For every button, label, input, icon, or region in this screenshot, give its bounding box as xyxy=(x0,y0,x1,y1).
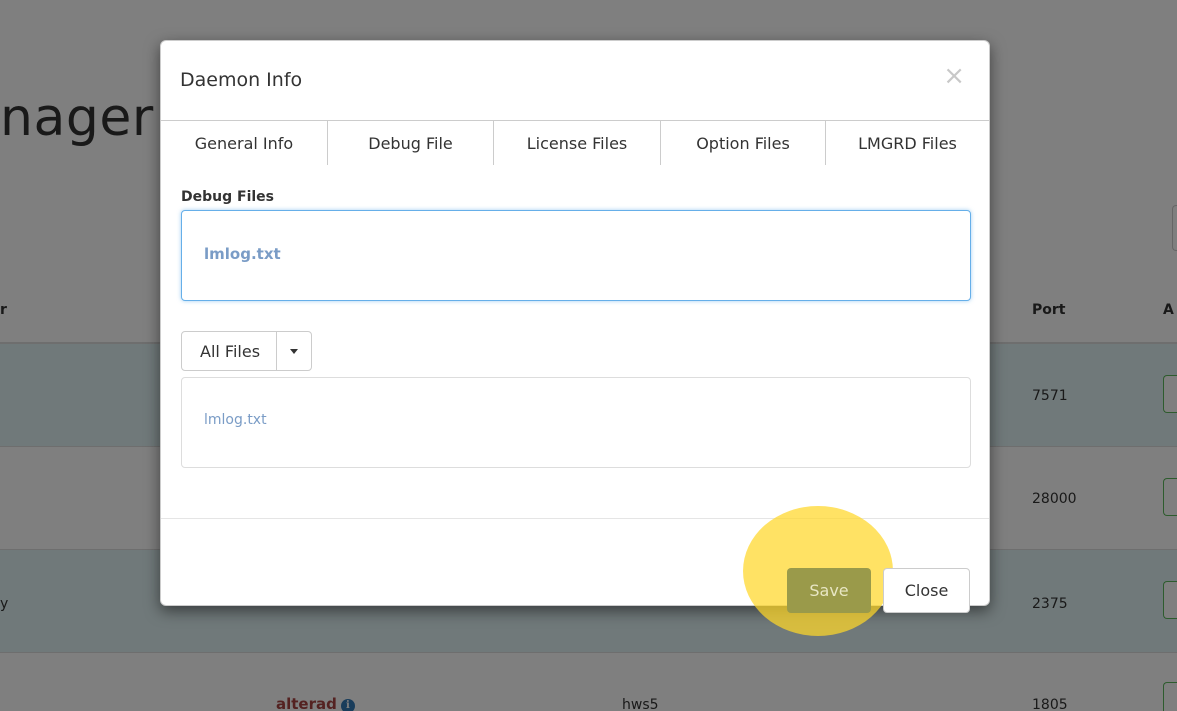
modal-title: Daemon Info xyxy=(180,69,303,91)
tab-general-info[interactable]: General Info xyxy=(161,121,328,165)
caret-down-icon xyxy=(290,348,299,354)
tab-lmgrd-files[interactable]: LMGRD Files xyxy=(826,121,989,165)
debug-files-label: Debug Files xyxy=(181,189,274,205)
daemon-info-modal: Daemon Info × General Info Debug File Li… xyxy=(160,40,990,636)
tab-bar: General Info Debug File License Files Op… xyxy=(161,120,989,165)
modal-footer-divider xyxy=(161,518,989,519)
tab-option-files[interactable]: Option Files xyxy=(661,121,826,165)
file-filter-dropdown[interactable]: All Files xyxy=(181,331,313,371)
close-icon[interactable]: × xyxy=(943,63,965,89)
file-list-item[interactable]: lmlog.txt xyxy=(204,412,267,428)
file-filter-selected[interactable]: All Files xyxy=(182,332,278,370)
close-button[interactable]: Close xyxy=(883,568,970,613)
tab-license-files[interactable]: License Files xyxy=(494,121,661,165)
tab-debug-file[interactable]: Debug File xyxy=(328,121,494,165)
save-button[interactable]: Save xyxy=(787,568,871,613)
debug-file-item[interactable]: lmlog.txt xyxy=(204,245,281,263)
modal-header: Daemon Info × xyxy=(161,41,989,119)
file-filter-toggle[interactable] xyxy=(277,332,311,370)
debug-files-list[interactable]: lmlog.txt xyxy=(181,210,971,301)
file-list[interactable]: lmlog.txt xyxy=(181,377,971,468)
